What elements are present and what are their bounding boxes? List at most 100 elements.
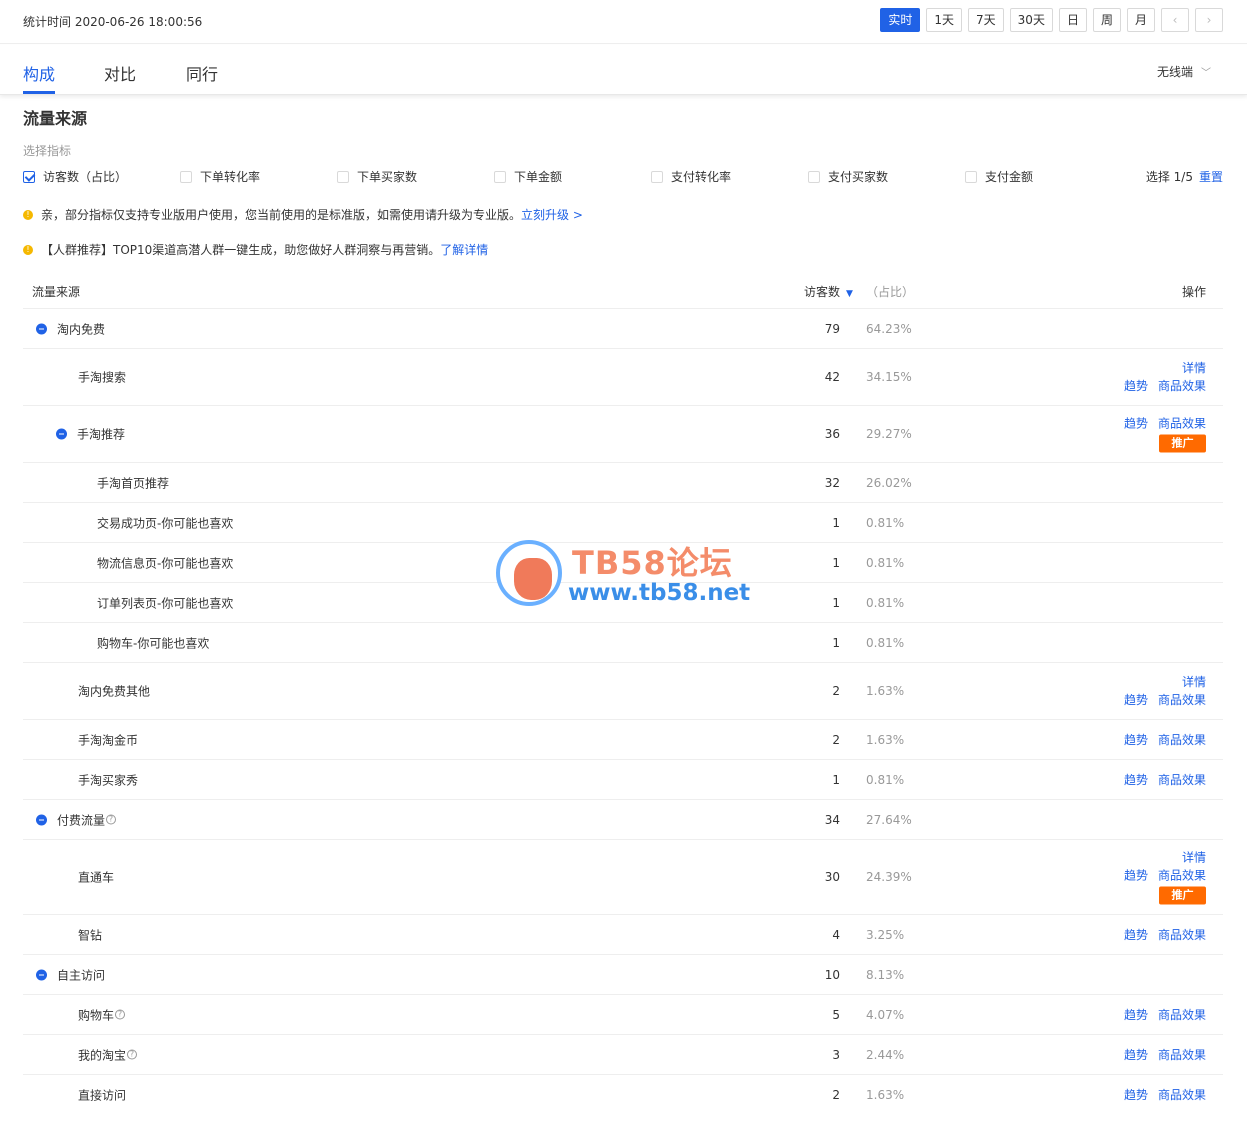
trend-link[interactable]: 趋势 <box>1124 1087 1148 1103</box>
trend-link[interactable]: 趋势 <box>1124 868 1148 884</box>
ratio-value: 0.81% <box>866 515 905 530</box>
table-row: 手淘淘金币 2 1.63% 趋势 商品效果 <box>23 720 1223 760</box>
sort-desc-icon[interactable]: ▼ <box>846 289 853 299</box>
ratio-value: 29.27% <box>866 427 912 441</box>
indicator-order-conversion[interactable]: 下单转化率 <box>180 168 260 185</box>
checkbox-icon[interactable] <box>808 170 820 183</box>
trend-link[interactable]: 趋势 <box>1124 927 1148 943</box>
source-label: 手淘推荐 <box>77 427 126 442</box>
detail-link[interactable]: 详情 <box>1182 850 1206 866</box>
product-effect-link[interactable]: 商品效果 <box>1158 1047 1206 1063</box>
week-button[interactable]: 周 <box>1092 8 1121 32</box>
checkbox-icon[interactable] <box>337 170 349 183</box>
detail-link[interactable]: 详情 <box>1182 360 1206 376</box>
trend-link[interactable]: 趋势 <box>1124 1047 1148 1063</box>
indicator-visitors[interactable]: 访客数（占比） <box>23 168 127 185</box>
product-effect-link[interactable]: 商品效果 <box>1158 732 1206 748</box>
ratio-value: 24.39% <box>866 870 912 884</box>
realtime-button[interactable]: 实时 <box>880 8 921 32</box>
1day-button[interactable]: 1天 <box>926 8 963 32</box>
month-button[interactable]: 月 <box>1126 8 1155 32</box>
trend-link[interactable]: 趋势 <box>1124 732 1148 748</box>
indicator-order-amount[interactable]: 下单金额 <box>494 168 562 185</box>
device-select[interactable]: 无线端 ﹀ <box>1157 63 1211 80</box>
help-icon[interactable]: ? <box>127 1049 138 1060</box>
30day-button[interactable]: 30天 <box>1009 8 1053 32</box>
promote-button[interactable]: 推广 <box>1159 886 1206 905</box>
source-label: 我的淘宝 <box>78 1048 127 1062</box>
ratio-value: 8.13% <box>866 967 905 982</box>
row-ops: 趋势 商品效果 <box>1124 1007 1206 1023</box>
product-effect-link[interactable]: 商品效果 <box>1158 692 1206 708</box>
notice-audience: ! 【人群推荐】TOP10渠道高潜人群一键生成，助您做好人群洞察与再营销。 了解… <box>23 241 488 258</box>
table-row: 我的淘宝? 3 2.44% 趋势 商品效果 <box>23 1035 1223 1075</box>
warning-icon: ! <box>23 244 33 255</box>
header-visitors-label: 访客数 <box>804 285 841 299</box>
header-source: 流量来源 <box>32 285 81 299</box>
7day-button[interactable]: 7天 <box>968 8 1004 32</box>
chevron-down-icon: ﹀ <box>1201 68 1211 79</box>
prev-arrow-icon[interactable]: ‹ <box>1161 8 1189 32</box>
collapse-icon[interactable] <box>36 323 47 334</box>
help-icon[interactable]: ? <box>115 1009 126 1020</box>
table-row: 自主访问 10 8.13% <box>23 955 1223 995</box>
checkbox-icon[interactable] <box>494 170 506 183</box>
indicator-order-buyers[interactable]: 下单买家数 <box>337 168 417 185</box>
day-button[interactable]: 日 <box>1058 8 1087 32</box>
trend-link[interactable]: 趋势 <box>1124 378 1148 394</box>
detail-link[interactable]: 详情 <box>1182 674 1206 690</box>
tab-compare[interactable]: 对比 <box>104 61 136 85</box>
indicator-pay-amount[interactable]: 支付金额 <box>965 168 1033 185</box>
ratio-value: 27.64% <box>866 812 912 827</box>
help-icon[interactable]: ? <box>106 814 117 825</box>
visitors-value: 2 <box>832 684 840 698</box>
upgrade-link[interactable]: 立刻升级 > <box>521 206 583 223</box>
product-effect-link[interactable]: 商品效果 <box>1158 416 1206 432</box>
ratio-value: 26.02% <box>866 475 912 490</box>
checkbox-checked-icon[interactable] <box>23 170 35 183</box>
watermark: TB58论坛 www.tb58.net <box>496 538 756 610</box>
product-effect-link[interactable]: 商品效果 <box>1158 927 1206 943</box>
visitors-value: 30 <box>824 870 840 884</box>
table-row: 购物车? 5 4.07% 趋势 商品效果 <box>23 995 1223 1035</box>
visitors-value: 79 <box>824 321 840 336</box>
next-arrow-icon[interactable]: › <box>1195 8 1223 32</box>
watermark-url: www.tb58.net <box>568 580 751 606</box>
checkbox-icon[interactable] <box>180 170 192 183</box>
tab-underline <box>23 91 55 94</box>
table-row: 淘内免费 79 64.23% <box>23 309 1223 349</box>
collapse-icon[interactable] <box>36 969 47 980</box>
indicator-pay-buyers[interactable]: 支付买家数 <box>808 168 888 185</box>
product-effect-link[interactable]: 商品效果 <box>1158 378 1206 394</box>
warning-icon: ! <box>23 209 33 220</box>
trend-link[interactable]: 趋势 <box>1124 1007 1148 1023</box>
traffic-source-table: 流量来源 访客数 ▼ （占比） 操作 淘内免费 79 64.23% 手淘搜索 42… <box>23 272 1223 1115</box>
selected-count-text: 选择 1/5 <box>1145 170 1193 184</box>
trend-link[interactable]: 趋势 <box>1124 416 1148 432</box>
indicator-label: 访客数（占比） <box>43 170 128 184</box>
reset-link[interactable]: 重置 <box>1199 170 1223 184</box>
promote-button[interactable]: 推广 <box>1159 434 1206 453</box>
indicator-label: 下单买家数 <box>357 170 418 184</box>
indicator-label: 下单转化率 <box>200 170 261 184</box>
learn-more-link[interactable]: 了解详情 <box>440 241 488 258</box>
checkbox-icon[interactable] <box>651 170 663 183</box>
collapse-icon[interactable] <box>56 428 67 440</box>
indicator-pay-conversion[interactable]: 支付转化率 <box>651 168 731 185</box>
trend-link[interactable]: 趋势 <box>1124 772 1148 788</box>
tab-peers[interactable]: 同行 <box>186 61 218 85</box>
visitors-value: 4 <box>832 927 840 942</box>
tab-composition[interactable]: 构成 <box>23 61 55 85</box>
ratio-value: 3.25% <box>866 927 905 942</box>
product-effect-link[interactable]: 商品效果 <box>1158 1087 1206 1103</box>
ratio-value: 0.81% <box>866 595 905 610</box>
checkbox-icon[interactable] <box>965 170 977 183</box>
collapse-icon[interactable] <box>36 814 47 825</box>
product-effect-link[interactable]: 商品效果 <box>1158 868 1206 884</box>
product-effect-link[interactable]: 商品效果 <box>1158 772 1206 788</box>
visitors-value: 2 <box>832 732 840 747</box>
device-select-value: 无线端 <box>1156 65 1193 79</box>
trend-link[interactable]: 趋势 <box>1124 692 1148 708</box>
header-visitors[interactable]: 访客数 ▼ <box>804 283 853 300</box>
product-effect-link[interactable]: 商品效果 <box>1158 1007 1206 1023</box>
